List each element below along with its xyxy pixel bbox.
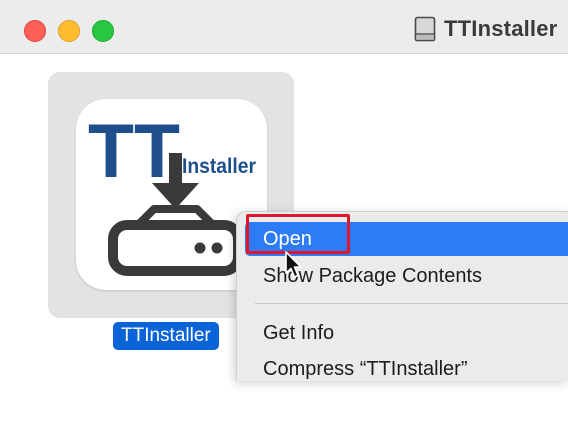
window-title: TTInstaller	[414, 14, 557, 44]
window-titlebar: TTInstaller	[0, 0, 568, 54]
file-name-label[interactable]: TTInstaller	[113, 322, 219, 350]
app-icon-big-text: TT	[88, 109, 180, 194]
window-title-text: TTInstaller	[444, 16, 558, 41]
app-icon-small-text: Installer	[182, 155, 256, 178]
mouse-pointer-icon	[285, 251, 302, 278]
disk-image-icon	[414, 16, 436, 42]
minimize-window-button[interactable]	[58, 20, 80, 42]
maximize-window-button[interactable]	[92, 20, 114, 42]
menu-separator	[255, 303, 568, 304]
open-highlight-box	[246, 214, 350, 254]
menu-item-get-info[interactable]: Get Info	[245, 316, 568, 350]
hard-drive-icon	[108, 205, 243, 276]
close-window-button[interactable]	[24, 20, 46, 42]
menu-item-compress[interactable]: Compress “TTInstaller”	[245, 352, 568, 381]
